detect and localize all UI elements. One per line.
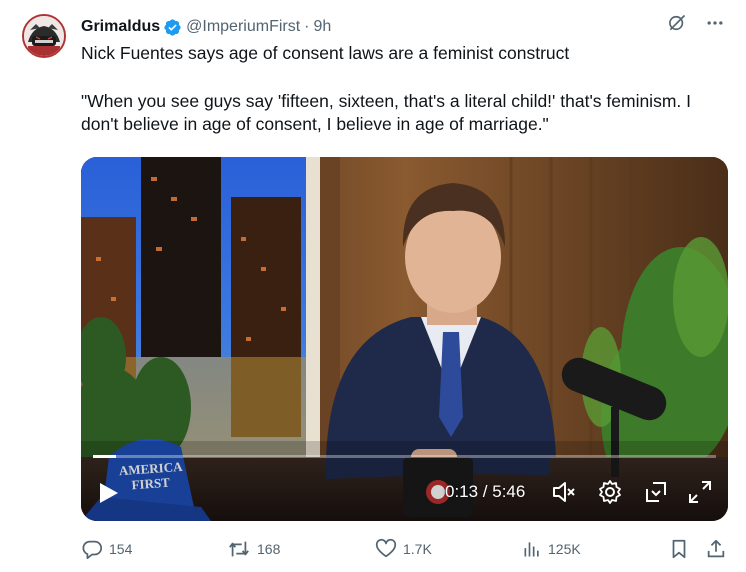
- heart-icon: [375, 538, 397, 558]
- more-button[interactable]: [704, 12, 726, 34]
- author-name[interactable]: Grimaldus: [81, 18, 160, 36]
- tweet-top-actions: [666, 12, 726, 34]
- avatar[interactable]: [22, 14, 66, 58]
- video-progress-fill: [93, 455, 117, 458]
- video-progress-bar[interactable]: [93, 455, 716, 458]
- tweet-text: Nick Fuentes says age of consent laws ar…: [81, 42, 721, 136]
- gear-icon[interactable]: [597, 479, 623, 505]
- tweet-text-quote: "When you see guys say 'fifteen, sixteen…: [81, 91, 691, 134]
- retweet-button[interactable]: 168: [227, 536, 280, 562]
- play-icon[interactable]: [98, 481, 120, 505]
- like-button[interactable]: 1.7K: [375, 536, 432, 562]
- tweet-header: Grimaldus @ImperiumFirst · 9h: [81, 16, 331, 38]
- tweet-action-bar: 154 168 1.7K 125K: [81, 536, 728, 562]
- retweet-icon: [229, 541, 249, 557]
- share-button[interactable]: [705, 536, 727, 562]
- more-icon: [707, 21, 723, 25]
- separator-dot: ·: [304, 18, 310, 35]
- video-frame: AMERICA FIRST: [81, 157, 728, 521]
- video-time-display: 0:13 / 5:46: [445, 482, 526, 501]
- views-count: 125K: [548, 541, 581, 557]
- fullscreen-icon[interactable]: [687, 479, 713, 505]
- reply-count: 154: [109, 541, 133, 557]
- volume-muted-icon[interactable]: [551, 479, 577, 505]
- retweet-count: 168: [257, 541, 281, 557]
- like-count: 1.7K: [403, 541, 432, 557]
- picture-in-picture-icon[interactable]: [643, 479, 669, 505]
- views-button[interactable]: 125K: [522, 536, 581, 562]
- verified-badge-icon: [164, 18, 181, 36]
- share-icon: [707, 539, 725, 558]
- grok-icon: [669, 14, 686, 31]
- tweet-timestamp[interactable]: 9h: [314, 18, 332, 36]
- reply-icon: [82, 540, 103, 560]
- views-icon: [524, 542, 539, 557]
- reply-button[interactable]: 154: [81, 536, 132, 562]
- tweet-text-headline: Nick Fuentes says age of consent laws ar…: [81, 43, 570, 63]
- avatar-icon: [24, 16, 64, 56]
- grok-button[interactable]: [666, 12, 688, 34]
- bookmark-button[interactable]: [668, 536, 690, 562]
- video-player[interactable]: AMERICA FIRST 0:13 / 5:46: [81, 157, 728, 521]
- author-handle[interactable]: @ImperiumFirst: [186, 18, 300, 36]
- bookmark-icon: [672, 539, 686, 559]
